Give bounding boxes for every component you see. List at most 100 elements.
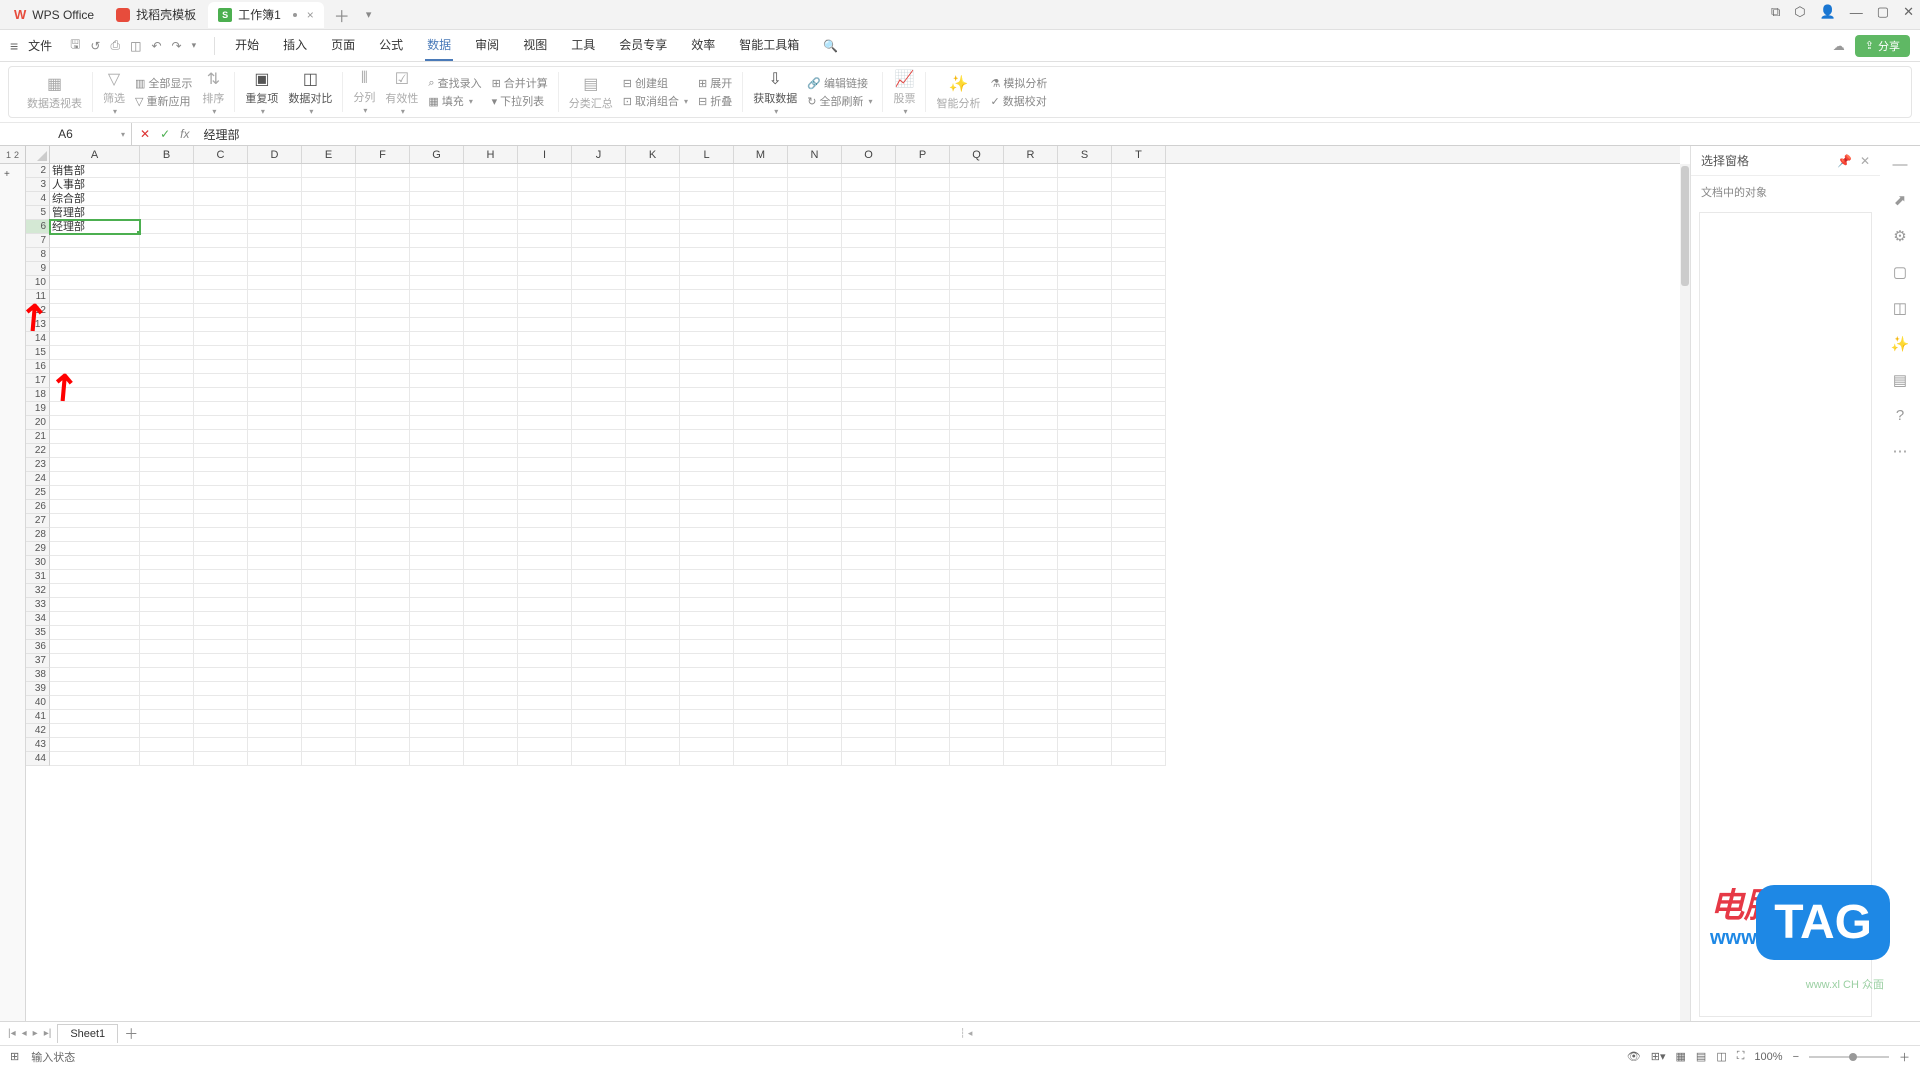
cell[interactable]: [572, 276, 626, 290]
cell[interactable]: [626, 262, 680, 276]
column-header-S[interactable]: S: [1058, 146, 1112, 163]
cell[interactable]: [248, 696, 302, 710]
cell[interactable]: [356, 402, 410, 416]
formula-input[interactable]: 经理部: [197, 126, 239, 143]
rail-settings-icon[interactable]: ⚙: [1893, 227, 1906, 245]
cell[interactable]: [788, 234, 842, 248]
cell[interactable]: [680, 598, 734, 612]
cell[interactable]: [50, 612, 140, 626]
cell[interactable]: [140, 584, 194, 598]
cell[interactable]: [896, 584, 950, 598]
cell[interactable]: [680, 290, 734, 304]
cell[interactable]: [680, 626, 734, 640]
cell[interactable]: [1112, 640, 1166, 654]
fill-button[interactable]: ▦填充: [428, 93, 481, 109]
cell[interactable]: [194, 290, 248, 304]
cell[interactable]: [896, 696, 950, 710]
row-header[interactable]: 36: [26, 640, 50, 654]
cell[interactable]: [518, 318, 572, 332]
cell[interactable]: [302, 542, 356, 556]
cell[interactable]: [194, 346, 248, 360]
cell[interactable]: [842, 710, 896, 724]
cell[interactable]: [680, 738, 734, 752]
cell[interactable]: [356, 640, 410, 654]
cell[interactable]: [410, 318, 464, 332]
cell[interactable]: [356, 304, 410, 318]
cell[interactable]: [842, 430, 896, 444]
cell[interactable]: [302, 332, 356, 346]
cell[interactable]: [194, 430, 248, 444]
cloud-icon[interactable]: ☁: [1833, 39, 1845, 53]
cell[interactable]: [464, 388, 518, 402]
cell[interactable]: [518, 262, 572, 276]
row-header[interactable]: 13: [26, 318, 50, 332]
cell[interactable]: [464, 696, 518, 710]
cell[interactable]: [842, 696, 896, 710]
row-header[interactable]: 8: [26, 248, 50, 262]
cell[interactable]: [194, 276, 248, 290]
cell[interactable]: [1112, 570, 1166, 584]
cell[interactable]: [248, 682, 302, 696]
zoom-value[interactable]: 100%: [1754, 1051, 1782, 1063]
row-header[interactable]: 35: [26, 626, 50, 640]
row-header[interactable]: 19: [26, 402, 50, 416]
cell[interactable]: [896, 654, 950, 668]
cell[interactable]: [356, 262, 410, 276]
cell[interactable]: [410, 668, 464, 682]
column-header-G[interactable]: G: [410, 146, 464, 163]
hscroll-indicator[interactable]: ┆ ◂: [960, 1028, 972, 1039]
column-header-A[interactable]: A: [50, 146, 140, 163]
sheet-prev-icon[interactable]: ◂: [22, 1028, 27, 1039]
zoom-out-icon[interactable]: −: [1793, 1051, 1799, 1063]
cell[interactable]: [248, 276, 302, 290]
cell[interactable]: [356, 248, 410, 262]
cell[interactable]: [410, 654, 464, 668]
cell[interactable]: [950, 276, 1004, 290]
cell[interactable]: [194, 164, 248, 178]
cell[interactable]: [1004, 752, 1058, 766]
cell[interactable]: [410, 612, 464, 626]
cell[interactable]: 销售部: [50, 164, 140, 178]
cell[interactable]: [1004, 542, 1058, 556]
cell[interactable]: [356, 206, 410, 220]
cell[interactable]: [626, 626, 680, 640]
cell[interactable]: [1058, 220, 1112, 234]
cell[interactable]: [302, 430, 356, 444]
cell[interactable]: [1004, 220, 1058, 234]
cell[interactable]: [572, 346, 626, 360]
cell[interactable]: [950, 584, 1004, 598]
cell[interactable]: [518, 528, 572, 542]
cell[interactable]: [842, 584, 896, 598]
cell[interactable]: [1058, 514, 1112, 528]
cell[interactable]: [140, 598, 194, 612]
cell[interactable]: [194, 710, 248, 724]
sheet-last-icon[interactable]: ▸|: [44, 1028, 52, 1039]
cell[interactable]: [572, 430, 626, 444]
cell[interactable]: [356, 626, 410, 640]
validity-button[interactable]: ☑有效性: [385, 69, 418, 116]
cell[interactable]: [734, 598, 788, 612]
cell[interactable]: [788, 556, 842, 570]
cell[interactable]: [302, 514, 356, 528]
cell[interactable]: [194, 752, 248, 766]
cell[interactable]: [194, 248, 248, 262]
cell[interactable]: [1112, 360, 1166, 374]
cell[interactable]: [464, 724, 518, 738]
cell[interactable]: [842, 192, 896, 206]
cell[interactable]: [788, 472, 842, 486]
cell[interactable]: [248, 612, 302, 626]
cell[interactable]: [842, 640, 896, 654]
cell[interactable]: [1112, 346, 1166, 360]
cell[interactable]: [464, 290, 518, 304]
cell[interactable]: [842, 724, 896, 738]
cell[interactable]: [842, 542, 896, 556]
cell[interactable]: [1058, 332, 1112, 346]
cell[interactable]: [734, 248, 788, 262]
cell[interactable]: [1112, 374, 1166, 388]
cell[interactable]: [1112, 444, 1166, 458]
cell[interactable]: [194, 570, 248, 584]
cell[interactable]: [842, 318, 896, 332]
cell[interactable]: [896, 724, 950, 738]
row-header[interactable]: 4: [26, 192, 50, 206]
cell[interactable]: [950, 654, 1004, 668]
